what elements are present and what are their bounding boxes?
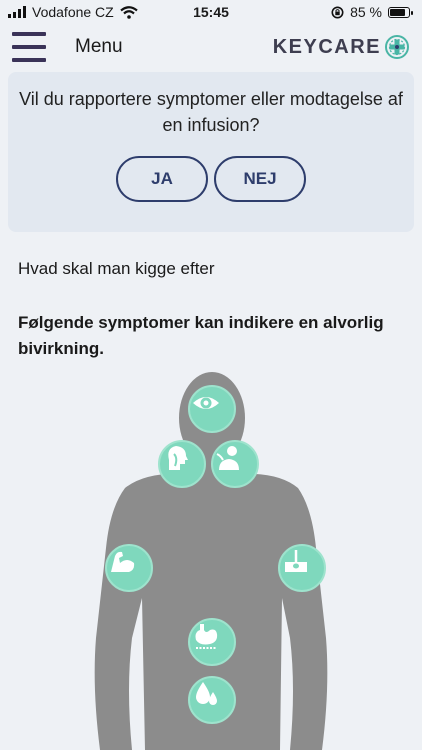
keycare-logo-icon (385, 35, 409, 59)
battery-percent: 85 % (350, 4, 382, 20)
symptom-skin[interactable] (278, 544, 326, 592)
status-right: 85 % (331, 4, 413, 20)
skin-icon (285, 550, 307, 572)
throat-icon (168, 446, 188, 470)
report-question-text: Vil du rapportere symptomer eller modtag… (19, 89, 403, 135)
orientation-lock-icon (331, 6, 344, 18)
report-question-card: Vil du rapportere symptomer eller modtag… (8, 72, 414, 232)
brand-logo: KEYCARE (273, 34, 410, 60)
symptom-eye[interactable] (188, 385, 236, 433)
symptom-breathing[interactable] (211, 440, 259, 488)
battery-icon (388, 6, 413, 18)
muscle-arm-icon (111, 551, 135, 572)
serious-side-effect-warning: Følgende symptomer kan indikere en alvor… (18, 313, 384, 358)
stomach-icon (195, 624, 218, 649)
eye-icon (193, 397, 219, 409)
brand-name: KEYCARE (272, 35, 381, 58)
app-header: Menu KEYCARE (0, 24, 422, 70)
hamburger-menu-icon[interactable] (12, 32, 46, 62)
no-button[interactable]: NEJ (214, 156, 306, 202)
symptom-fluid[interactable] (188, 676, 236, 724)
symptom-stomach[interactable] (188, 618, 236, 666)
drops-icon (196, 682, 217, 705)
breathing-icon (216, 446, 239, 470)
status-bar: Vodafone CZ 15:45 85 % (0, 0, 422, 24)
what-to-look-for-heading: Hvad skal man kigge efter (18, 259, 215, 278)
symptom-muscle[interactable] (105, 544, 153, 592)
yes-button[interactable]: JA (116, 156, 208, 202)
menu-label[interactable]: Menu (75, 36, 123, 58)
battery-fill (390, 8, 406, 16)
body-symptom-map (0, 368, 422, 750)
symptom-throat[interactable] (158, 440, 206, 488)
